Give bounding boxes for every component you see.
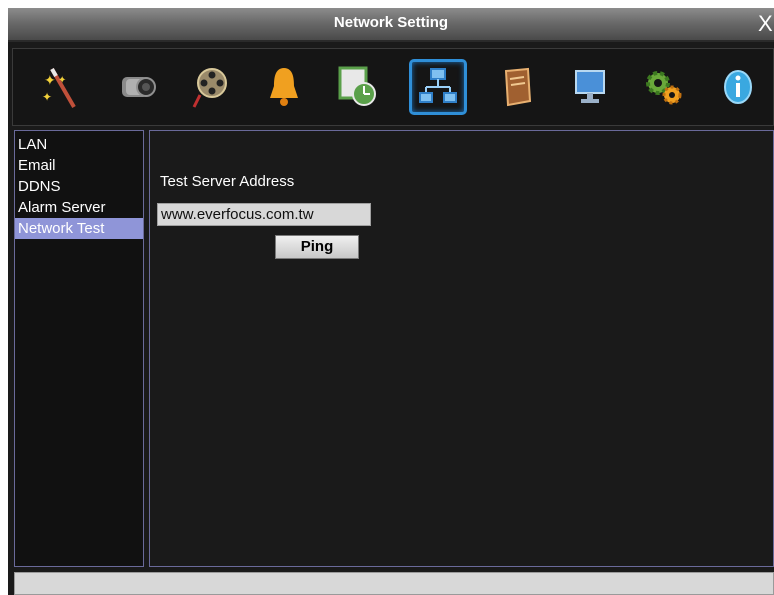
bell-icon[interactable]: [255, 59, 313, 115]
sidebar-item-email[interactable]: Email: [15, 155, 143, 176]
ping-button[interactable]: Ping: [275, 235, 359, 259]
status-bar: [14, 572, 774, 595]
close-icon[interactable]: X: [758, 11, 774, 37]
settings-sidebar: LAN Email DDNS Alarm Server Network Test: [14, 130, 144, 567]
film-reel-icon[interactable]: [181, 59, 239, 115]
magic-wand-icon[interactable]: ✦ ✦ ✦: [33, 59, 91, 115]
sidebar-item-lan[interactable]: LAN: [15, 134, 143, 155]
window-title: Network Setting: [333, 14, 449, 31]
camera-icon[interactable]: [107, 59, 165, 115]
sidebar-item-network-test[interactable]: Network Test: [15, 218, 143, 239]
menu-icon-bar: ✦ ✦ ✦: [12, 48, 774, 126]
svg-text:✦: ✦: [58, 75, 66, 86]
network-setting-window: Network Setting X ✦ ✦ ✦ LAN Email DDNS A…: [8, 8, 774, 595]
test-server-address-input[interactable]: [157, 203, 371, 226]
info-icon[interactable]: [709, 59, 767, 115]
gears-icon[interactable]: [635, 59, 693, 115]
sidebar-item-alarm-server[interactable]: Alarm Server: [15, 197, 143, 218]
schedule-clock-icon[interactable]: [329, 59, 387, 115]
svg-text:✦: ✦: [44, 73, 56, 89]
network-icon[interactable]: [409, 59, 467, 115]
book-icon[interactable]: [487, 59, 545, 115]
monitor-icon[interactable]: [561, 59, 619, 115]
svg-text:✦: ✦: [42, 90, 52, 104]
test-server-address-label: Test Server Address: [160, 173, 295, 190]
title-bar: Network Setting X: [8, 8, 774, 42]
network-test-panel: Test Server Address Ping: [149, 130, 774, 567]
sidebar-item-ddns[interactable]: DDNS: [15, 176, 143, 197]
